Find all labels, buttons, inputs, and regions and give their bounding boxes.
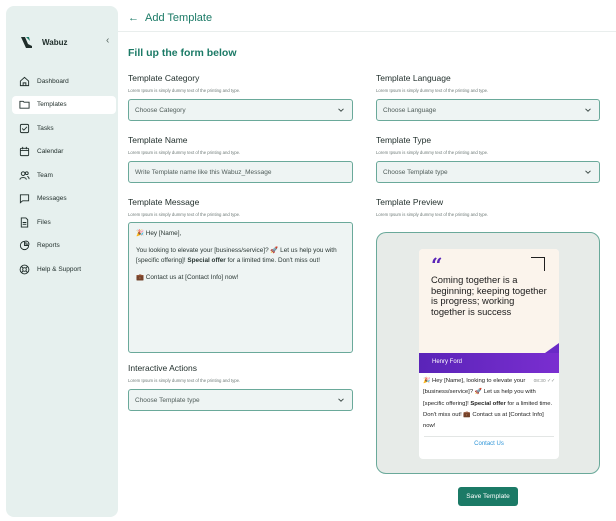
language-select[interactable]: Choose Language bbox=[376, 99, 600, 121]
sidebar-item-label: Tasks bbox=[37, 124, 54, 132]
contact-us-button[interactable]: Contact Us bbox=[419, 441, 559, 447]
sidebar-item-label: Team bbox=[37, 171, 53, 179]
calendar-icon bbox=[19, 146, 30, 157]
pie-chart-icon bbox=[19, 240, 30, 251]
preview-label: Template Preview bbox=[376, 197, 444, 207]
brand-name: Wabuz bbox=[42, 37, 68, 47]
chevron-down-icon bbox=[585, 170, 591, 174]
back-arrow-icon[interactable]: ← bbox=[128, 12, 139, 24]
sidebar-item-label: Templates bbox=[37, 101, 67, 108]
bubble-divider bbox=[424, 436, 554, 438]
sidebar-item-reports[interactable]: Reports bbox=[12, 237, 116, 255]
sidebar-item-label: Help & Support bbox=[37, 265, 82, 273]
sidebar-item-label: Calendar bbox=[37, 148, 64, 155]
author-bar: Henry Ford bbox=[419, 343, 559, 373]
users-icon bbox=[19, 170, 30, 180]
category-select-value: Choose Category bbox=[135, 106, 186, 114]
sidebar-item-tasks[interactable]: Tasks bbox=[12, 119, 116, 137]
sidebar-item-templates[interactable]: Templates bbox=[12, 95, 116, 114]
type-helper: Lorem Ipsum is simply dummy text of the … bbox=[376, 150, 489, 155]
page-header: ← Add Template bbox=[128, 12, 212, 24]
quote-author: Henry Ford bbox=[432, 359, 463, 365]
sidebar-item-team[interactable]: Team bbox=[12, 166, 116, 184]
chevron-down-icon bbox=[585, 108, 591, 112]
sidebar-item-files[interactable]: Files bbox=[12, 213, 116, 231]
type-select-value: Choose Template type bbox=[383, 168, 448, 176]
message-label: Template Message bbox=[128, 197, 200, 207]
quote-image: “ Coming together is a beginning; keepin… bbox=[419, 249, 559, 353]
message-icon bbox=[19, 194, 30, 204]
preview-message-text: 08:30 ✓✓ 🎉 Hey [Name], looking to elevat… bbox=[423, 378, 555, 430]
quote-text: Coming together is a beginning; keeping … bbox=[431, 274, 547, 317]
category-label: Template Category bbox=[128, 73, 200, 83]
lifebuoy-icon bbox=[19, 264, 30, 274]
chevron-down-icon bbox=[338, 398, 344, 402]
message-helper: Lorem Ipsum is simply dummy text of the … bbox=[128, 212, 241, 217]
message-bubble: “ Coming together is a beginning; keepin… bbox=[419, 249, 559, 459]
sidebar-item-label: Files bbox=[37, 218, 51, 226]
name-helper: Lorem Ipsum is simply dummy text of the … bbox=[128, 150, 241, 155]
wabuz-logo-icon bbox=[21, 37, 32, 48]
header-divider bbox=[118, 31, 616, 32]
sidebar-item-messages[interactable]: Messages bbox=[12, 190, 116, 208]
sidebar-item-dashboard[interactable]: Dashboard bbox=[12, 72, 116, 90]
language-helper: Lorem Ipsum is simply dummy text of the … bbox=[376, 88, 489, 93]
save-template-button[interactable]: Save Template bbox=[458, 487, 518, 506]
language-select-value: Choose Language bbox=[383, 106, 437, 114]
home-icon bbox=[19, 76, 30, 86]
sidebar: Wabuz ‹ Dashboard Templates Tasks Calend… bbox=[6, 6, 118, 517]
sidebar-item-help-support[interactable]: Help & Support bbox=[12, 260, 116, 278]
quote-mark-icon: “ bbox=[431, 253, 443, 277]
category-select[interactable]: Choose Category bbox=[128, 99, 353, 121]
preview-helper: Lorem Ipsum is simply dummy text of the … bbox=[376, 212, 489, 217]
sidebar-item-label: Dashboard bbox=[37, 77, 69, 85]
chevron-down-icon bbox=[338, 108, 344, 112]
message-line-body: You looking to elevate your [business/se… bbox=[136, 247, 337, 264]
checkbox-icon bbox=[19, 123, 30, 133]
bar-notch bbox=[545, 343, 559, 353]
page-title: Add Template bbox=[145, 12, 213, 24]
name-label: Template Name bbox=[128, 135, 188, 145]
actions-select[interactable]: Choose Template type bbox=[128, 389, 353, 411]
file-icon bbox=[20, 216, 29, 228]
message-line-greeting: 🎉 Hey [Name], bbox=[136, 230, 182, 237]
actions-select-value: Choose Template type bbox=[135, 396, 200, 404]
message-time: 08:30 ✓✓ bbox=[533, 379, 555, 384]
actions-label: Interactive Actions bbox=[128, 363, 197, 373]
message-line-contact: 💼 Contact us at [Contact Info] now! bbox=[136, 274, 239, 282]
type-select[interactable]: Choose Template type bbox=[376, 161, 600, 183]
corner-decoration bbox=[531, 257, 545, 271]
sidebar-item-label: Reports bbox=[37, 242, 60, 249]
actions-helper: Lorem Ipsum is simply dummy text of the … bbox=[128, 378, 241, 383]
template-name-placeholder: Write Template name like this Wabuz_Mess… bbox=[135, 168, 272, 176]
template-preview: “ Coming together is a beginning; keepin… bbox=[376, 232, 600, 474]
template-message-textarea[interactable]: 🎉 Hey [Name], You looking to elevate you… bbox=[128, 222, 353, 353]
sidebar-item-calendar[interactable]: Calendar bbox=[12, 143, 116, 161]
sidebar-nav: Dashboard Templates Tasks Calendar Team … bbox=[12, 72, 116, 284]
template-name-input[interactable]: Write Template name like this Wabuz_Mess… bbox=[128, 161, 353, 183]
form-title: Fill up the form below bbox=[128, 47, 237, 59]
language-label: Template Language bbox=[376, 73, 451, 83]
chevron-left-icon[interactable]: ‹ bbox=[106, 36, 109, 46]
brand[interactable]: Wabuz bbox=[20, 35, 67, 49]
sidebar-item-label: Messages bbox=[37, 195, 67, 202]
category-helper: Lorem Ipsum is simply dummy text of the … bbox=[128, 88, 241, 93]
type-label: Template Type bbox=[376, 135, 432, 145]
app: Wabuz ‹ Dashboard Templates Tasks Calend… bbox=[0, 0, 616, 521]
folder-icon bbox=[19, 100, 30, 109]
